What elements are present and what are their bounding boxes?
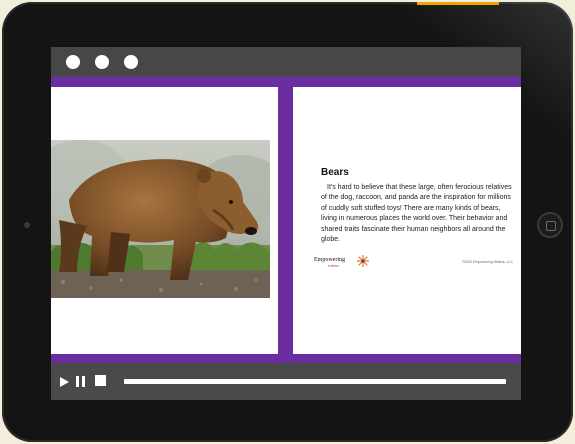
- right-page[interactable]: Bears It's hard to believe that these la…: [293, 87, 521, 354]
- window-dot-2[interactable]: [95, 55, 109, 69]
- copyright-text: ©2020 Empowering Writers, LLC: [461, 260, 513, 264]
- bottom-border: [51, 354, 521, 363]
- window-dot-3[interactable]: [124, 55, 138, 69]
- brand-subtitle: writers: [328, 263, 340, 268]
- camera-icon: [24, 222, 30, 228]
- progress-bar[interactable]: [124, 379, 506, 384]
- pause-icon[interactable]: [76, 376, 86, 387]
- window-dot-1[interactable]: [66, 55, 80, 69]
- stop-icon[interactable]: [95, 375, 106, 386]
- frame-accent: [417, 2, 499, 5]
- playback-controls: [51, 363, 521, 400]
- book-spread: Bears It's hard to believe that these la…: [51, 87, 521, 354]
- publisher-logo: Empowering writers: [314, 257, 345, 269]
- home-button[interactable]: [537, 212, 563, 238]
- play-icon[interactable]: [60, 377, 69, 387]
- bear-photo: [51, 140, 270, 298]
- tablet-frame: Bears It's hard to believe that these la…: [2, 2, 573, 442]
- left-page[interactable]: [51, 87, 278, 354]
- page-body-text: It's hard to believe that these large, o…: [321, 184, 512, 244]
- page-heading: Bears: [321, 167, 349, 178]
- brand-star-icon: [357, 255, 369, 267]
- viewer-titlebar: [51, 47, 521, 77]
- top-border: [51, 77, 521, 87]
- ebook-viewer: Bears It's hard to believe that these la…: [51, 47, 521, 400]
